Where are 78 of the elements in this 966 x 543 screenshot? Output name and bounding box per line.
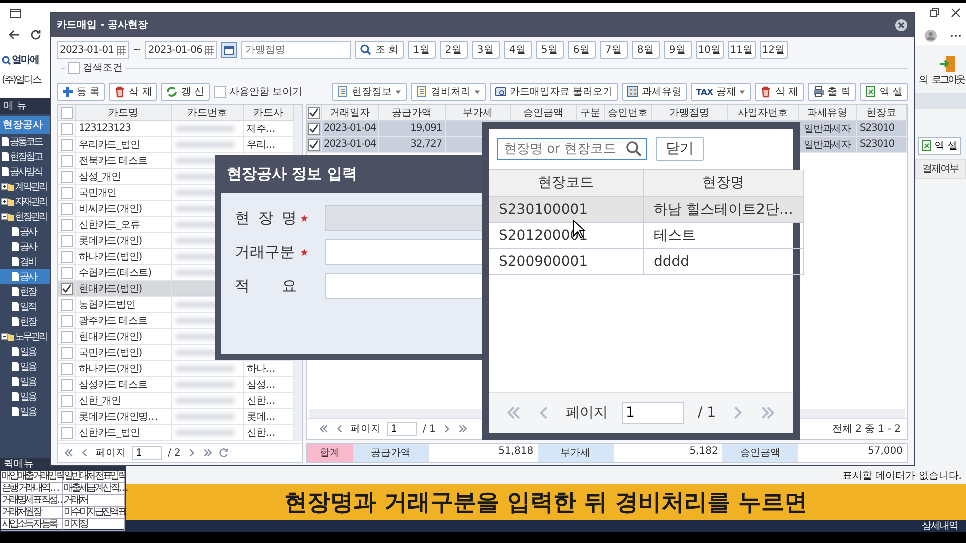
table-cell: 광주카드 테스트 [76, 313, 172, 329]
date-separator: ~ [133, 44, 142, 56]
table-cell: 신한카드_법인 [76, 425, 172, 441]
subtitle: 현장명과 거래구분을 입력한 뒤 경비처리를 누르면 [126, 484, 966, 520]
column-header: 승인금액 [511, 105, 577, 121]
table-cell: 롯데… [244, 409, 294, 425]
column-header: 부가세 [446, 105, 511, 121]
table-cell: 삼성카드 테스트 [76, 377, 172, 393]
field-label: 현 장 명 [235, 208, 297, 228]
table-cell: 2023-01-04 [322, 121, 379, 137]
table-cell: 현대카드(개인) [76, 329, 172, 345]
total-value: 51,818 [498, 445, 535, 459]
column-header: 거래일자 [322, 105, 379, 121]
column-header: 카드명 [76, 105, 172, 121]
app-logo: 얼마에 [12, 54, 39, 67]
page-label: 페이지 [351, 423, 381, 436]
table-cell: 현대카드(법인) [76, 281, 172, 297]
column-header: 결제여부 [915, 159, 966, 179]
table-cell: 123123123 [76, 121, 172, 137]
search-conditions-label: 검색조건 [83, 62, 123, 75]
column-header: 카드사 [244, 105, 294, 121]
table-cell: 농협카드법인 [76, 297, 172, 313]
table-cell: 하나카드(개인) [76, 361, 172, 377]
table-cell: 삼성… [244, 377, 294, 393]
table-cell: 19,091 [379, 121, 446, 137]
page-total: / 1 [698, 405, 716, 421]
table-cell: S23010 [857, 121, 907, 137]
empty-message: 표시할 데이터가 없습니다. [842, 470, 962, 483]
table-cell: 2023-01-04 [322, 137, 379, 153]
table-cell: 신한… [244, 393, 294, 409]
company-name: (주)얼디스 [2, 74, 42, 87]
table-cell: 신한_개인 [76, 393, 172, 409]
page-total: / 1 [423, 424, 436, 434]
column-header: 공급가액 [379, 105, 446, 121]
table-cell: 우리카드_법인 [76, 137, 172, 153]
column-header: 과세유형 [799, 105, 857, 121]
table-cell: 삼성_개인 [76, 169, 172, 185]
table-cell: 하나카드(법인) [76, 249, 172, 265]
table-cell: S23010 [857, 137, 907, 153]
window-title: 카드매입 - 공사현장 [57, 19, 148, 32]
table-cell: 일반과세자 [799, 137, 857, 153]
table-cell: 수협카드(테스트) [76, 265, 172, 281]
total-label: 합계 [307, 444, 353, 462]
column-header: 사업자번호 [728, 105, 799, 121]
total-label: 부가세 [538, 444, 614, 462]
column-header: 구분 [577, 105, 605, 121]
table-cell: 우리… [244, 137, 294, 153]
table-cell: 32,727 [379, 137, 446, 153]
table-cell: 신한… [244, 425, 294, 441]
table-cell: 전북카드 테스트 [76, 153, 172, 169]
field-label: 거래구분 [235, 242, 296, 262]
column-header: 승인번호 [605, 105, 652, 121]
total-value: 57,000 [866, 445, 904, 459]
table-cell: 국민카드(법인) [76, 345, 172, 361]
total-value: 5,182 [688, 445, 720, 459]
record-count: 전체 2 중 1 - 2 [832, 423, 901, 436]
show-unused-label: 사용안함 보이기 [230, 86, 303, 99]
menu-header: 메 뉴 [0, 98, 50, 114]
table-cell: 롯데카드(개인명… [76, 409, 172, 425]
page-label: 페이지 [566, 404, 608, 422]
dialog-title: 현장공사 정보 입력 [226, 164, 358, 184]
field-label: 적 요 [235, 276, 297, 296]
table-cell: 국민개인 [76, 185, 172, 201]
table-cell: 하나… [244, 361, 294, 377]
column-header: 현장코 [857, 105, 907, 121]
table-cell: 일반과세자 [799, 121, 857, 137]
table-cell: 비씨카드(개인) [76, 201, 172, 217]
total-label: 승인금액 [722, 444, 798, 462]
page-total: / 2 [168, 448, 181, 458]
column-header: 가맹점명 [652, 105, 728, 121]
total-label: 공급가액 [353, 444, 429, 462]
column-header: 카드번호 [172, 105, 244, 121]
table-cell: 롯데카드(개인) [76, 233, 172, 249]
table-cell: 신한카드_오류 [76, 217, 172, 233]
column-header: 현장코드 [489, 170, 644, 197]
page-label: 페이지 [96, 447, 126, 460]
column-header: 현장명 [644, 170, 804, 197]
table-cell: 제주… [244, 121, 294, 137]
